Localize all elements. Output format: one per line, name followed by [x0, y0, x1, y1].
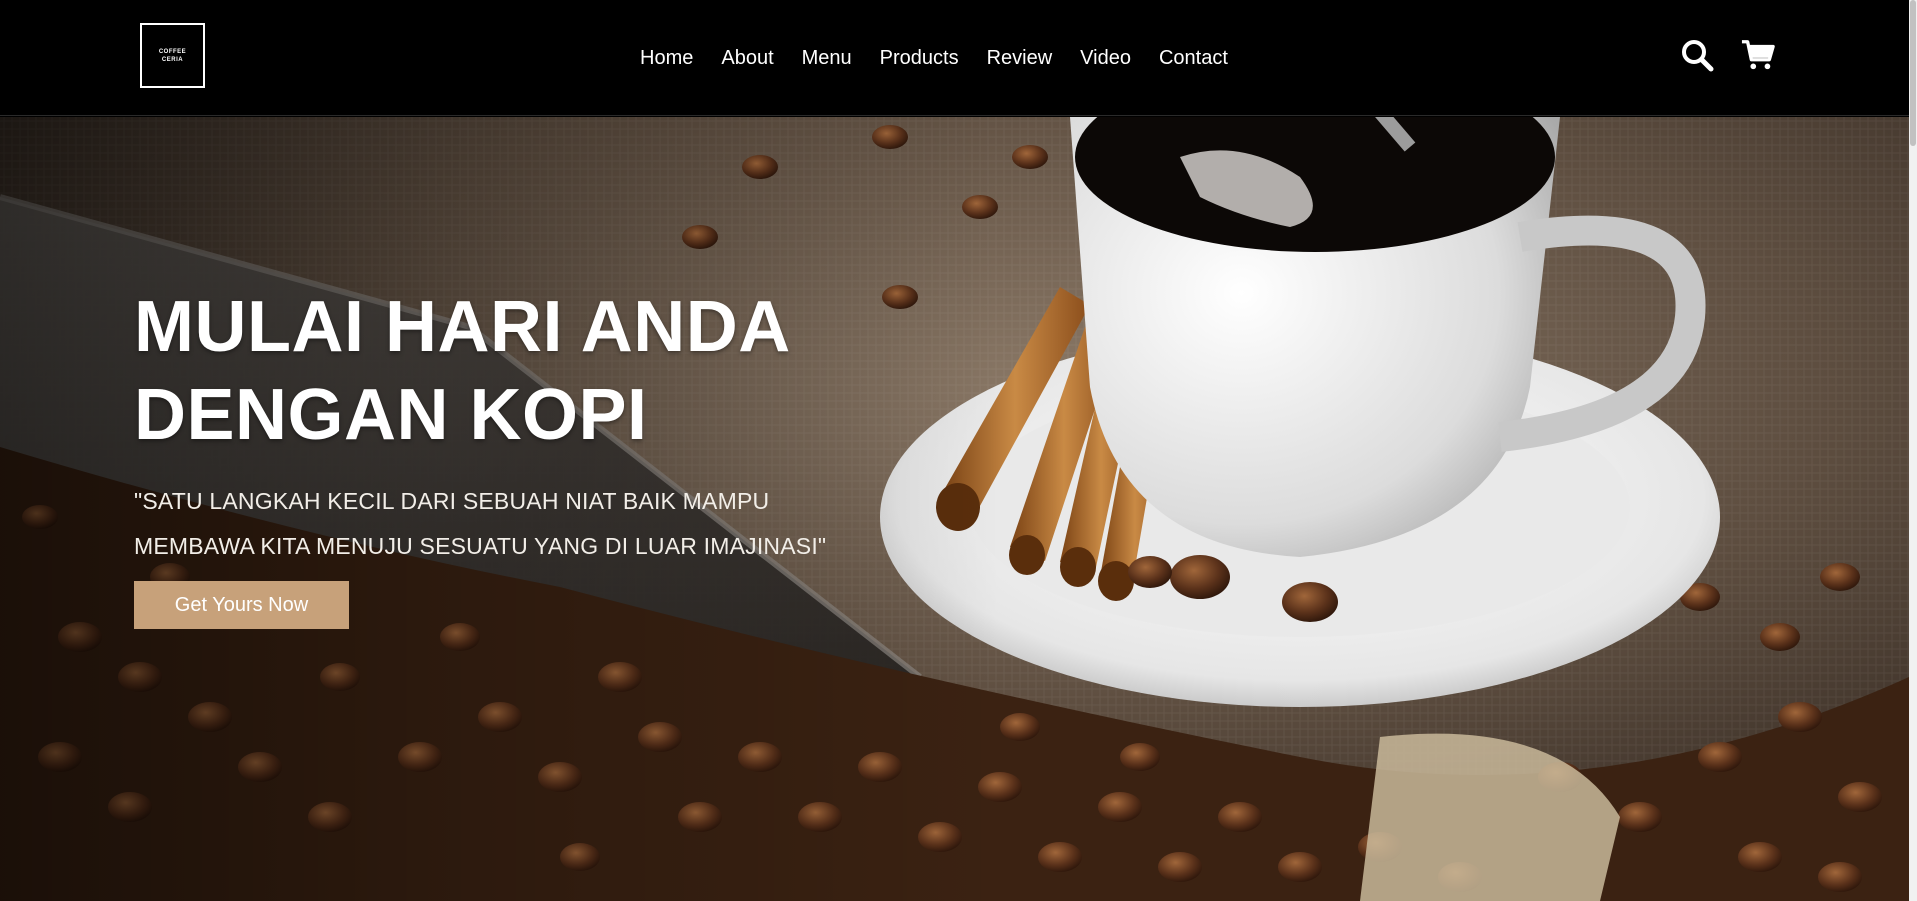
- nav-contact[interactable]: Contact: [1159, 45, 1228, 71]
- nav-video[interactable]: Video: [1080, 45, 1131, 71]
- logo[interactable]: COFFEE CERIA: [140, 23, 205, 88]
- hero-title: MULAI HARI ANDA DENGAN KOPI: [134, 283, 834, 459]
- hero-quote-line-1: "SATU LANGKAH KECIL DARI SEBUAH NIAT BAI…: [134, 488, 770, 514]
- nav-menu[interactable]: Menu: [802, 45, 852, 71]
- hero-quote-line-2: MEMBAWA KITA MENUJU SESUATU YANG DI LUAR…: [134, 533, 827, 559]
- search-icon[interactable]: [1680, 38, 1714, 72]
- get-yours-now-button[interactable]: Get Yours Now: [134, 581, 349, 629]
- hero-section: MULAI HARI ANDA DENGAN KOPI "SATU LANGKA…: [0, 117, 1909, 901]
- page-scrollbar[interactable]: [1909, 0, 1917, 901]
- hero-text-block: MULAI HARI ANDA DENGAN KOPI "SATU LANGKA…: [134, 283, 854, 569]
- cart-icon[interactable]: [1741, 38, 1775, 72]
- logo-line-1: COFFEE: [158, 48, 187, 55]
- hero-title-line-1: MULAI HARI ANDA: [134, 287, 791, 367]
- logo-line-2: CERIA: [161, 56, 184, 63]
- nav-home[interactable]: Home: [640, 45, 693, 71]
- hero-title-line-2: DENGAN KOPI: [134, 375, 648, 455]
- main-nav: Home About Menu Products Review Video Co…: [640, 45, 1228, 71]
- nav-about[interactable]: About: [721, 45, 773, 71]
- scrollbar-thumb[interactable]: [1910, 0, 1916, 146]
- site-header: COFFEE CERIA Home About Menu Products Re…: [0, 0, 1917, 116]
- nav-products[interactable]: Products: [880, 45, 959, 71]
- hero-quote: "SATU LANGKAH KECIL DARI SEBUAH NIAT BAI…: [134, 479, 854, 569]
- nav-review[interactable]: Review: [987, 45, 1053, 71]
